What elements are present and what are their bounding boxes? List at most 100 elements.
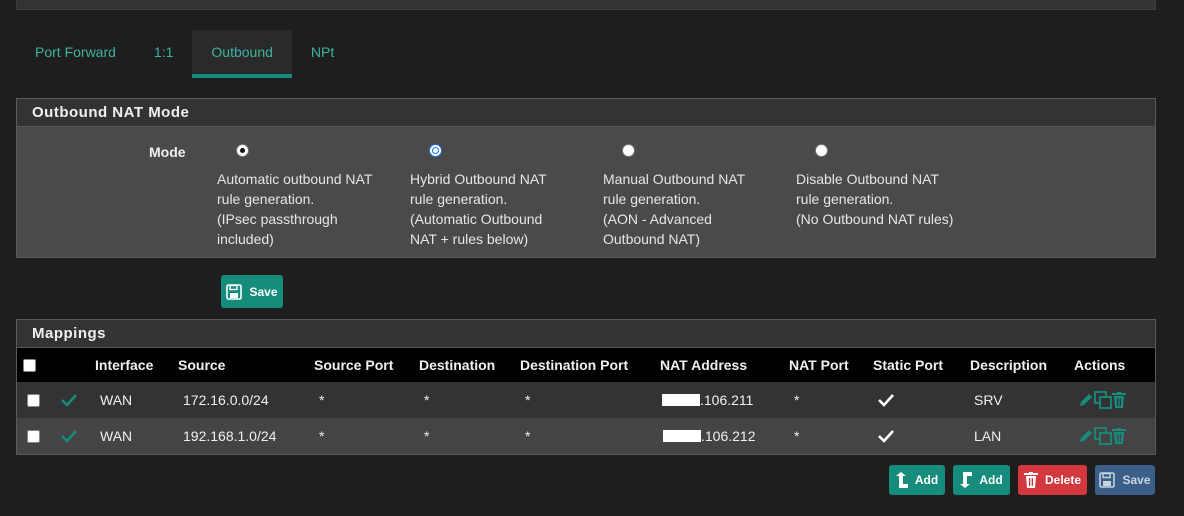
option-line: Automatic outbound NAT [217, 171, 373, 187]
col-nat-port: NAT Port [789, 357, 849, 373]
cell-source: 172.16.0.0/24 [183, 392, 269, 408]
nat-address-text: .106.211 [700, 392, 754, 408]
mode-save-button[interactable]: Save [221, 275, 283, 308]
mode-option-text: Hybrid Outbound NAT rule generation. (Au… [410, 169, 590, 249]
mode-option-text: Manual Outbound NAT rule generation. (AO… [603, 169, 783, 249]
col-source-port: Source Port [314, 357, 394, 373]
col-static-port: Static Port [873, 357, 944, 373]
add-bottom-button[interactable]: Add [953, 465, 1010, 495]
option-line: rule generation. [796, 191, 894, 207]
col-destination: Destination [419, 357, 496, 373]
table-row: WAN 192.168.1.0/24 * * * .106.212 * LAN [17, 418, 1155, 454]
pencil-icon[interactable] [1078, 392, 1094, 408]
enabled-check-icon [61, 418, 77, 454]
option-line: Outbound NAT) [603, 231, 701, 247]
panel-title: Outbound NAT Mode [17, 99, 1155, 127]
cell-nat-address: .106.212 [663, 418, 756, 454]
option-line: Disable Outbound NAT [796, 171, 939, 187]
mode-option-text: Disable Outbound NAT rule generation. (N… [796, 169, 996, 229]
row-checkbox[interactable] [27, 429, 40, 443]
save-label: Save [249, 284, 278, 299]
delete-button[interactable]: Delete [1018, 465, 1087, 495]
option-line: NAT + rules below) [410, 231, 529, 247]
option-line: Hybrid Outbound NAT [410, 171, 547, 187]
top-panel-edge [16, 0, 1156, 10]
mode-option-manual: Manual Outbound NAT rule generation. (AO… [603, 144, 783, 249]
cell-source: 192.168.1.0/24 [183, 428, 277, 444]
redacted-block [662, 394, 700, 406]
table-header: Interface Source Source Port Destination… [17, 348, 1155, 382]
enabled-check-icon [61, 382, 77, 418]
nat-tabs: Port Forward 1:1 Outbound NPt [16, 30, 353, 78]
cell-destination: * [424, 392, 430, 408]
cell-destination-port: * [525, 428, 531, 444]
cell-source-port: * [319, 392, 325, 408]
redacted-block [663, 430, 701, 442]
add-bottom-label: Add [979, 473, 1003, 487]
option-line: (IPsec passthrough [217, 211, 338, 227]
copy-icon[interactable] [1094, 391, 1112, 409]
option-line: (Automatic Outbound [410, 211, 543, 227]
col-interface: Interface [95, 357, 154, 373]
add-top-button[interactable]: Add [889, 465, 945, 495]
radio-automatic[interactable] [236, 144, 249, 157]
outbound-nat-mode-panel: Outbound NAT Mode Mode Automatic outboun… [16, 98, 1156, 258]
cell-source-port: * [319, 428, 325, 444]
option-line: rule generation. [603, 191, 701, 207]
option-line: rule generation. [410, 191, 508, 207]
copy-icon[interactable] [1094, 427, 1112, 445]
cell-description: LAN [974, 428, 1002, 444]
delete-label: Delete [1044, 473, 1082, 487]
nat-address-text: .106.212 [701, 428, 756, 444]
row-checkbox[interactable] [27, 393, 40, 407]
static-port-check-icon [878, 382, 894, 418]
mappings-panel: Mappings Interface Source Source Port De… [16, 319, 1156, 455]
table-row: WAN 172.16.0.0/24 * * * .106.211 * SRV [17, 382, 1155, 418]
page: Port Forward 1:1 Outbound NPt Outbound N… [0, 0, 1184, 516]
option-line: (No Outbound NAT rules) [796, 211, 954, 227]
tab-outbound[interactable]: Outbound [192, 30, 292, 78]
cell-destination: * [424, 428, 430, 444]
cell-nat-port: * [794, 392, 800, 408]
row-actions [1078, 418, 1126, 454]
add-top-label: Add [914, 473, 939, 487]
floppy-disk-icon [1099, 472, 1116, 488]
floppy-disk-icon [226, 283, 243, 300]
mode-option-disable: Disable Outbound NAT rule generation. (N… [796, 144, 996, 229]
tab-one-to-one[interactable]: 1:1 [135, 30, 192, 78]
mode-option-text: Automatic outbound NAT rule generation. … [217, 169, 397, 249]
row-select-cell [27, 418, 40, 454]
cell-interface: WAN [100, 428, 133, 444]
trash-icon [1023, 472, 1038, 488]
trash-icon[interactable] [1112, 392, 1126, 408]
level-down-icon [960, 472, 973, 488]
cell-destination-port: * [525, 392, 531, 408]
row-select-cell [27, 382, 40, 418]
tab-npt[interactable]: NPt [292, 30, 353, 78]
save-label: Save [1122, 473, 1151, 487]
pencil-icon[interactable] [1078, 428, 1094, 444]
trash-icon[interactable] [1112, 428, 1126, 444]
radio-hybrid[interactable] [429, 144, 442, 157]
mappings-save-button[interactable]: Save [1095, 465, 1155, 495]
col-nat-address: NAT Address [660, 357, 748, 373]
cell-interface: WAN [100, 392, 133, 408]
mode-label: Mode [149, 144, 186, 160]
option-line: included) [217, 231, 274, 247]
select-all-checkbox[interactable] [23, 358, 36, 372]
col-actions: Actions [1074, 357, 1126, 373]
mode-option-hybrid: Hybrid Outbound NAT rule generation. (Au… [410, 144, 590, 249]
col-description: Description [970, 357, 1048, 373]
radio-disable[interactable] [815, 144, 828, 157]
option-line: Manual Outbound NAT [603, 171, 746, 187]
mode-option-automatic: Automatic outbound NAT rule generation. … [217, 144, 397, 249]
option-line: (AON - Advanced [603, 211, 712, 227]
cell-description: SRV [974, 392, 1003, 408]
col-source: Source [178, 357, 226, 373]
tab-port-forward[interactable]: Port Forward [16, 30, 135, 78]
select-all-cell [23, 348, 36, 382]
panel-title: Mappings [17, 320, 1155, 348]
cell-nat-address: .106.211 [662, 382, 753, 418]
cell-nat-port: * [794, 428, 800, 444]
radio-manual[interactable] [622, 144, 635, 157]
